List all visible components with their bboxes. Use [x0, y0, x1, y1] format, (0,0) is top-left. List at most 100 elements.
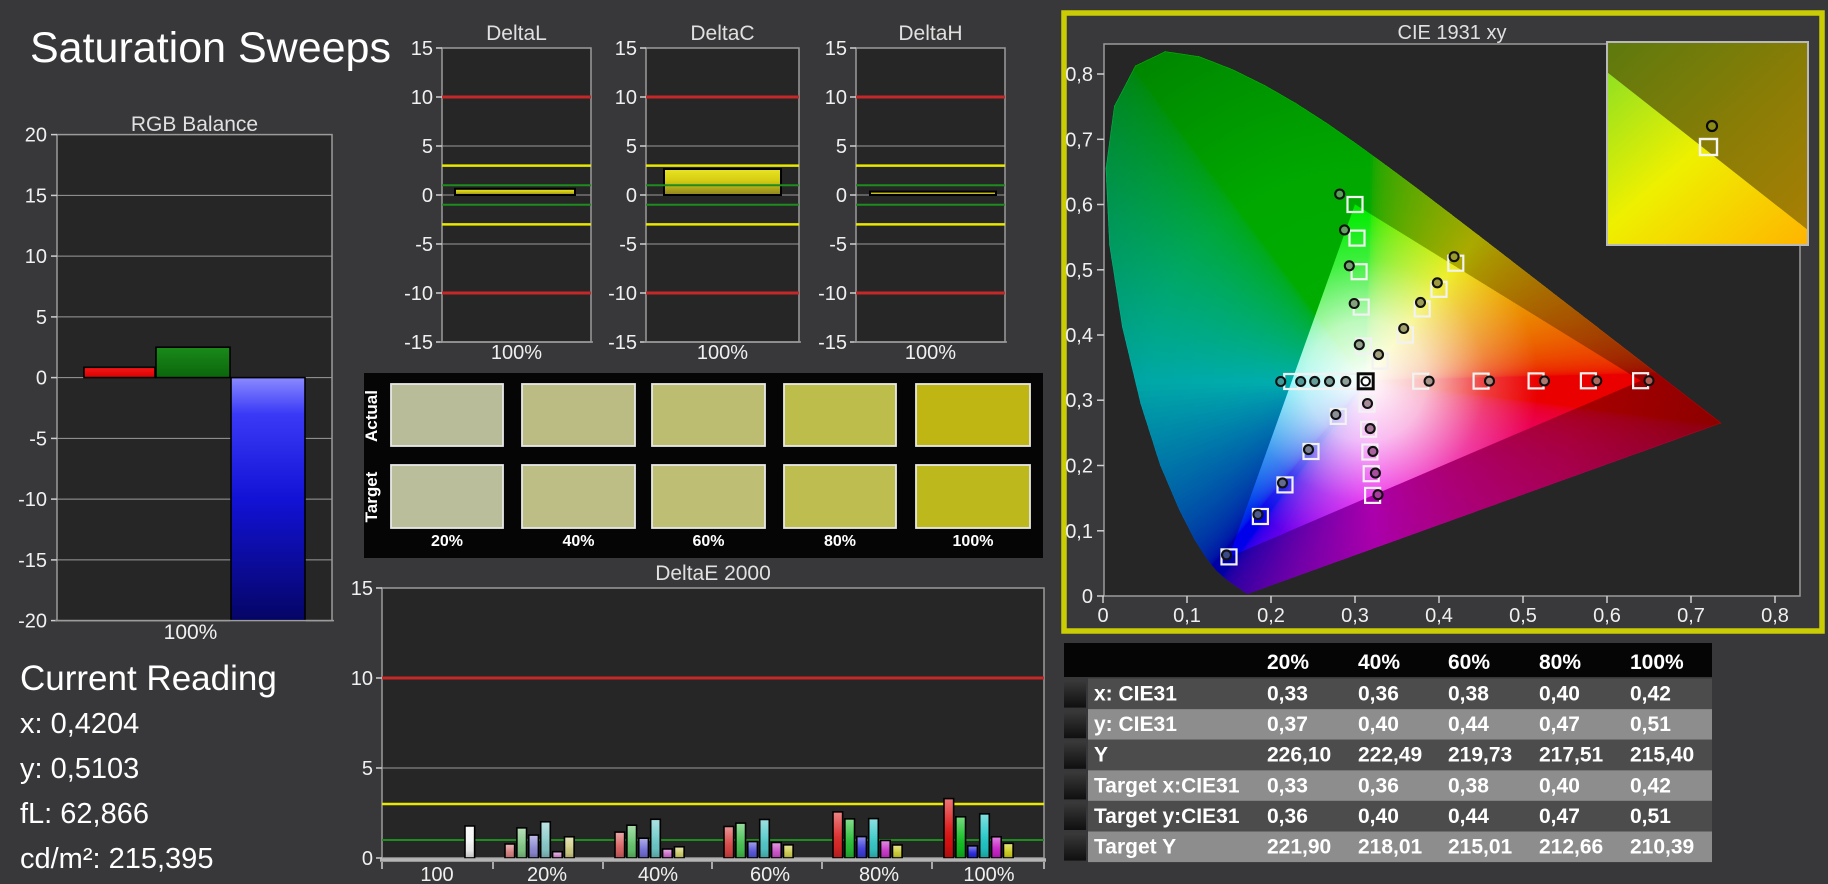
svg-text:CIE 1931 xy: CIE 1931 xy — [1398, 22, 1507, 44]
svg-text:-10: -10 — [18, 489, 47, 511]
svg-text:0,3: 0,3 — [1065, 390, 1093, 412]
svg-text:0,5: 0,5 — [1509, 605, 1537, 627]
svg-text:60%: 60% — [692, 533, 724, 550]
svg-text:fL: 62,866: fL: 62,866 — [20, 798, 149, 830]
svg-text:RGB Balance: RGB Balance — [131, 113, 258, 136]
svg-text:210,39: 210,39 — [1630, 836, 1694, 859]
svg-text:cd/m²: 215,395: cd/m²: 215,395 — [20, 843, 213, 875]
svg-text:y: 0,5103: y: 0,5103 — [20, 753, 139, 785]
svg-text:0,44: 0,44 — [1448, 805, 1489, 828]
svg-text:0,36: 0,36 — [1358, 774, 1399, 797]
svg-text:215,01: 215,01 — [1448, 836, 1513, 859]
svg-text:100%: 100% — [953, 533, 994, 550]
svg-text:-5: -5 — [415, 234, 433, 256]
svg-text:x: 0,4204: x: 0,4204 — [20, 708, 139, 740]
svg-text:0,6: 0,6 — [1593, 605, 1621, 627]
svg-text:20%: 20% — [1267, 651, 1309, 674]
svg-text:100%: 100% — [963, 864, 1014, 884]
svg-text:80%: 80% — [824, 533, 856, 550]
svg-text:0: 0 — [626, 185, 637, 207]
svg-text:x: CIE31: x: CIE31 — [1094, 683, 1177, 706]
svg-text:0: 0 — [836, 185, 847, 207]
svg-text:10: 10 — [351, 668, 373, 690]
svg-text:0,40: 0,40 — [1358, 805, 1399, 828]
svg-text:DeltaH: DeltaH — [898, 22, 962, 45]
svg-text:-20: -20 — [18, 611, 47, 633]
svg-text:10: 10 — [25, 246, 47, 268]
svg-text:20%: 20% — [431, 533, 463, 550]
svg-text:10: 10 — [615, 87, 637, 109]
svg-text:212,66: 212,66 — [1539, 836, 1603, 859]
svg-text:0: 0 — [1097, 605, 1108, 627]
svg-text:Actual: Actual — [362, 390, 381, 442]
svg-text:215,40: 215,40 — [1630, 744, 1694, 767]
svg-text:10: 10 — [411, 87, 433, 109]
svg-text:100%: 100% — [491, 342, 542, 364]
svg-text:15: 15 — [25, 185, 47, 207]
svg-text:218,01: 218,01 — [1358, 836, 1423, 859]
svg-text:0,3: 0,3 — [1341, 605, 1369, 627]
svg-text:217,51: 217,51 — [1539, 744, 1604, 767]
svg-text:0,4: 0,4 — [1425, 605, 1453, 627]
svg-text:0,8: 0,8 — [1761, 605, 1789, 627]
svg-text:-5: -5 — [829, 234, 847, 256]
svg-text:5: 5 — [36, 307, 47, 329]
svg-text:-10: -10 — [818, 283, 847, 305]
svg-text:Target Y: Target Y — [1094, 836, 1176, 859]
svg-text:-10: -10 — [608, 283, 637, 305]
svg-text:-15: -15 — [18, 550, 47, 572]
svg-text:y: CIE31: y: CIE31 — [1094, 713, 1177, 736]
svg-text:Target: Target — [362, 471, 381, 522]
svg-text:40%: 40% — [638, 864, 678, 884]
svg-text:0,33: 0,33 — [1267, 683, 1308, 706]
svg-text:0,8: 0,8 — [1065, 64, 1093, 86]
svg-text:DeltaE 2000: DeltaE 2000 — [655, 562, 771, 585]
svg-text:20: 20 — [25, 125, 47, 147]
svg-text:-10: -10 — [404, 283, 433, 305]
svg-text:5: 5 — [836, 136, 847, 158]
svg-text:100%: 100% — [697, 342, 748, 364]
svg-text:-15: -15 — [818, 332, 847, 354]
svg-text:Saturation Sweeps: Saturation Sweeps — [30, 24, 391, 72]
svg-text:15: 15 — [411, 38, 433, 60]
svg-text:0,38: 0,38 — [1448, 683, 1489, 706]
svg-text:0,38: 0,38 — [1448, 774, 1489, 797]
svg-text:DeltaC: DeltaC — [690, 22, 754, 45]
svg-text:0: 0 — [1082, 586, 1093, 608]
svg-text:0,51: 0,51 — [1630, 805, 1671, 828]
svg-text:221,90: 221,90 — [1267, 836, 1331, 859]
svg-text:0,36: 0,36 — [1358, 683, 1399, 706]
svg-text:100%: 100% — [164, 621, 218, 644]
svg-text:0,44: 0,44 — [1448, 713, 1489, 736]
svg-text:0,1: 0,1 — [1173, 605, 1201, 627]
svg-text:0,47: 0,47 — [1539, 713, 1580, 736]
svg-text:80%: 80% — [859, 864, 899, 884]
svg-text:0,1: 0,1 — [1065, 521, 1093, 543]
svg-text:Target x:CIE31: Target x:CIE31 — [1094, 774, 1240, 797]
svg-text:40%: 40% — [562, 533, 594, 550]
svg-text:5: 5 — [422, 136, 433, 158]
svg-text:0,33: 0,33 — [1267, 774, 1308, 797]
svg-text:0,2: 0,2 — [1065, 456, 1093, 478]
svg-text:5: 5 — [626, 136, 637, 158]
svg-text:100%: 100% — [1630, 651, 1684, 674]
svg-text:40%: 40% — [1358, 651, 1400, 674]
svg-text:0,40: 0,40 — [1358, 713, 1399, 736]
svg-text:-15: -15 — [404, 332, 433, 354]
svg-text:0,7: 0,7 — [1065, 129, 1093, 151]
svg-text:0: 0 — [422, 185, 433, 207]
svg-text:15: 15 — [615, 38, 637, 60]
svg-text:0,40: 0,40 — [1539, 774, 1580, 797]
svg-text:15: 15 — [351, 578, 373, 600]
svg-text:0,4: 0,4 — [1065, 325, 1093, 347]
svg-text:0,36: 0,36 — [1267, 805, 1308, 828]
svg-text:0,7: 0,7 — [1677, 605, 1705, 627]
svg-text:-5: -5 — [29, 428, 47, 450]
svg-text:0,42: 0,42 — [1630, 683, 1671, 706]
svg-text:0,47: 0,47 — [1539, 805, 1580, 828]
svg-text:DeltaL: DeltaL — [486, 22, 547, 45]
svg-text:60%: 60% — [1448, 651, 1490, 674]
svg-text:0,42: 0,42 — [1630, 774, 1671, 797]
svg-text:-15: -15 — [608, 332, 637, 354]
svg-text:Current Reading: Current Reading — [20, 659, 277, 698]
